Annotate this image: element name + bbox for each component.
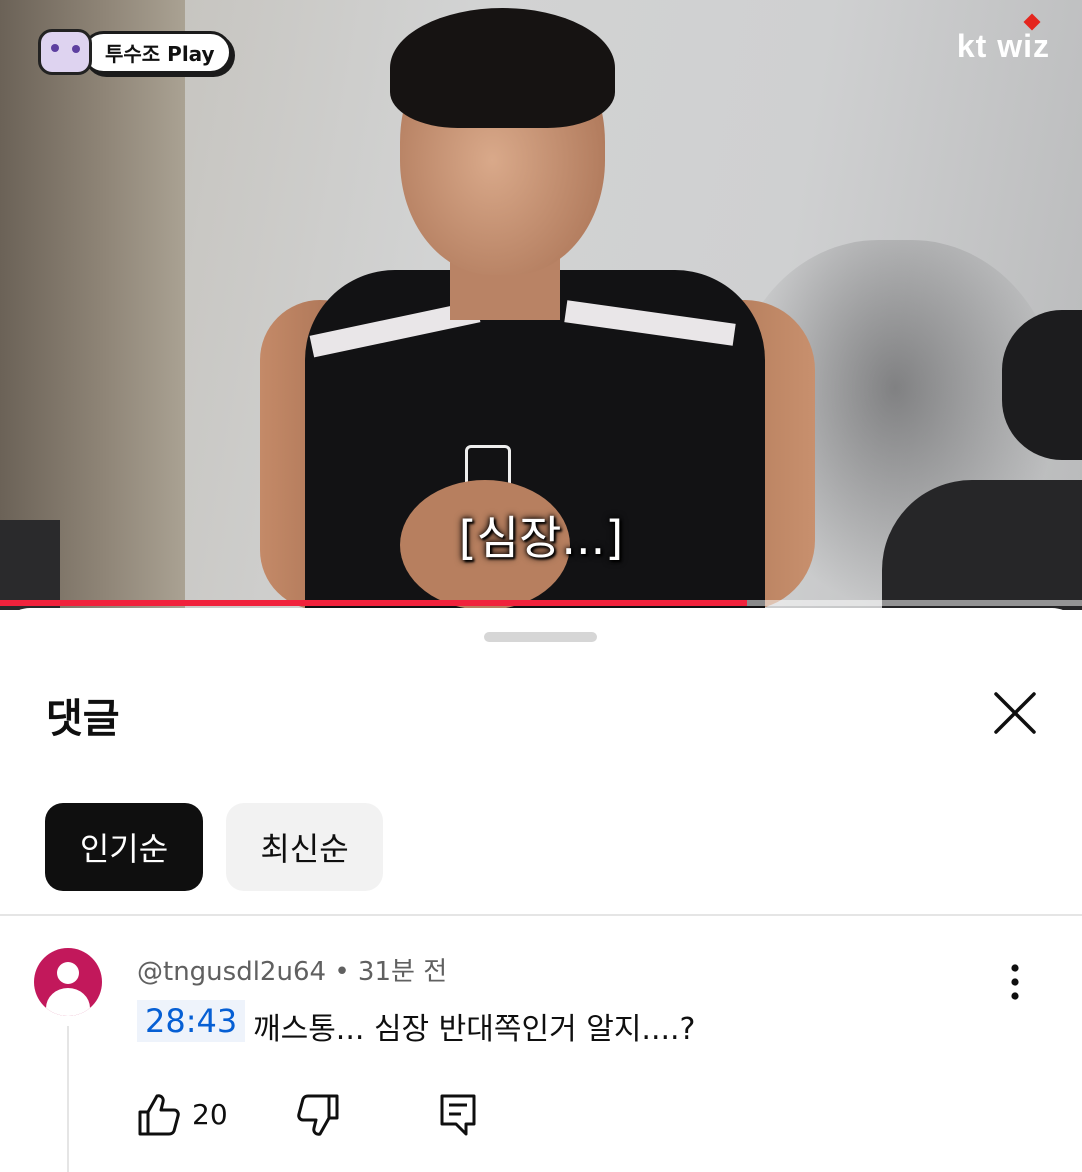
like-icon[interactable]: [137, 1092, 181, 1138]
video-player[interactable]: 투수조 Play kt wiz [심장...]: [0, 0, 1082, 610]
brand-logo: kt wiz: [956, 28, 1050, 64]
comment-timestamp-link[interactable]: 28:43: [137, 1000, 246, 1042]
avatar[interactable]: [34, 948, 102, 1016]
sort-chip-newest[interactable]: 최신순: [226, 803, 383, 891]
close-icon[interactable]: [990, 688, 1040, 738]
comment-meta: @tngusdl2u64 • 31분 전: [137, 951, 447, 988]
drag-handle[interactable]: [484, 632, 597, 642]
sort-chip-popular[interactable]: 인기순: [45, 803, 203, 891]
comments-sheet: 댓글 인기순 최신순 @tngusdl2u64 • 31분 전 28:43 깨스…: [0, 608, 1082, 1172]
video-progress-bar[interactable]: [0, 600, 1082, 606]
comments-title: 댓글: [46, 696, 120, 742]
video-progress-fill: [0, 600, 747, 606]
dislike-icon[interactable]: [296, 1092, 340, 1138]
channel-badge: 투수조 Play: [38, 29, 232, 75]
meta-separator: •: [334, 957, 350, 987]
thread-line: [67, 1026, 69, 1172]
like-count: 20: [192, 1098, 228, 1131]
reply-icon[interactable]: [438, 1092, 478, 1138]
more-options-icon[interactable]: [998, 960, 1032, 1004]
comment-time: 31분 전: [357, 957, 448, 987]
comment-text: 깨스통... 심장 반대쪽인거 알지....?: [253, 1012, 696, 1047]
channel-badge-label: 투수조 Play: [82, 30, 232, 74]
divider: [0, 914, 1082, 916]
video-subtitle: [심장...]: [458, 511, 624, 565]
gamepad-icon: [38, 29, 92, 75]
comment-author[interactable]: @tngusdl2u64: [137, 957, 326, 987]
